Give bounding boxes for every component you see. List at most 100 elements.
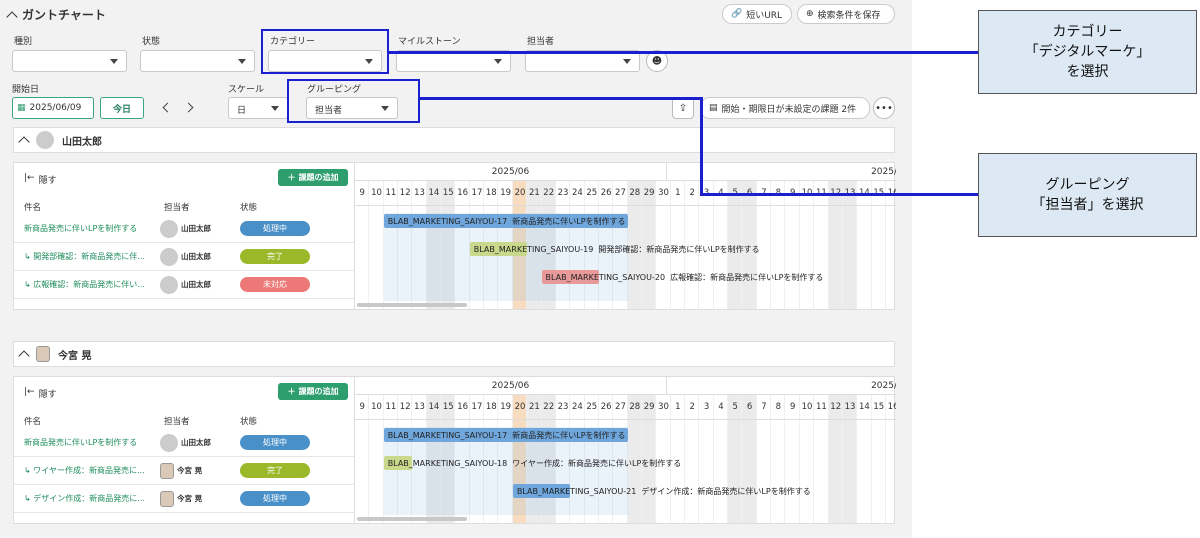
day-label: 15 [442,188,454,198]
task-link[interactable]: ↳ 広報確認：新商品発売に伴い... [24,279,158,290]
avatar [160,275,178,294]
unset-issues-button[interactable]: ▤ 開始・期限日が未設定の課題 2件 [700,97,870,119]
table-row[interactable]: ↳ 広報確認：新商品発売に伴い... 山田太郎 未対応 [14,271,354,299]
day-label: 10 [371,402,382,412]
today-button[interactable]: 今日 [100,97,144,119]
avatar [36,131,54,149]
day-label: 15 [873,402,885,412]
day-label: 15 [442,402,454,412]
day-label: 3 [703,402,710,412]
scale-select[interactable]: 日 [228,97,288,119]
calendar-icon: ▦ [17,103,26,113]
filter-plus-icon: ⊕ [806,9,814,19]
gantt-panel-imamiya: |← 隠す＋課題の追加 件名 担当者 状態 2025/06 2025/9 10 11 12 13 14… [13,376,896,524]
task-link[interactable]: 新商品発売に伴いLPを制作する [24,437,158,448]
table-row[interactable]: 新商品発売に伴いLPを制作する 山田太郎 処理中 [14,215,354,243]
assignee-cell: 山田太郎 [160,219,211,238]
avatar [36,346,50,362]
link-icon: 🔗 [731,9,743,19]
type-select[interactable] [12,50,127,72]
connector-line [420,97,701,100]
day-label: 24 [572,188,583,198]
assignee-cell: 山田太郎 [160,433,211,452]
day-label: 10 [801,402,813,412]
task-link[interactable]: ↳ 開発部確認：新商品発売に伴... [24,251,158,262]
day-label: 21 [528,402,540,412]
gantt-panel-yamada: |← 隠す＋課題の追加 件名 担当者 状態 2025/06 2025/9 10 11 12 13 14… [13,162,896,310]
next-arrow-icon[interactable] [183,102,194,113]
collapse-left-icon: |← [24,387,35,397]
day-label: 19 [500,188,512,198]
status-badge: 処理中 [240,435,310,450]
day-label: 11 [385,402,397,412]
connector-line [389,51,979,54]
more-icon[interactable]: ••• [873,97,895,119]
task-link[interactable]: ↳ デザイン作成：新商品発売に... [24,493,158,504]
col-header-status: 状態 [240,203,258,213]
prev-arrow-icon[interactable] [162,102,173,113]
status-select[interactable] [140,50,255,72]
day-label: 14 [428,188,440,198]
gantt-app: ガントチャート 🔗 短いURL ⊕ 検索条件を保存 種別 状態 カテゴリー マイルス… [0,0,912,538]
day-label: 26 [600,402,612,412]
assignee-cell: 今宮 晃 [160,490,202,507]
start-date-input[interactable]: ▦ 2025/06/09 [12,97,94,119]
avatar [160,490,174,507]
category-annotation: カテゴリー 「デジタルマーケ」 を選択 [978,10,1197,94]
horizontal-scrollbar[interactable] [357,517,467,521]
add-issue-button[interactable]: ＋課題の追加 [278,383,348,400]
hide-columns-button[interactable]: |← 隠す [24,173,57,186]
day-label: 20 [514,402,526,412]
gantt-bar-label: BLAB_MARKETING_SAIYOU-17 新商品発売に伴いLPを制作する [387,217,626,226]
day-label: 19 [500,402,512,412]
chevron-up-icon[interactable] [6,10,18,23]
day-label: 11 [815,402,827,412]
table-row[interactable]: ↳ ワイヤー作成：新商品発売に... 今宮 晃 完了 [14,457,354,485]
hide-columns-button[interactable]: |← 隠す [24,387,57,400]
day-label: 20 [514,188,526,198]
collapse-left-icon: |← [24,173,35,183]
day-label: 12 [830,402,842,412]
day-label: 27 [615,402,626,412]
day-label: 1 [675,402,681,412]
save-search-button[interactable]: ⊕ 検索条件を保存 [797,4,895,24]
day-label: 23 [557,188,569,198]
group-header-yamada[interactable]: 山田太郎 [13,127,895,153]
export-icon[interactable]: ⇪ [672,97,694,119]
assignee-cell: 山田太郎 [160,247,211,266]
table-row[interactable]: ↳ 開発部確認：新商品発売に伴... 山田太郎 完了 [14,243,354,271]
day-label: 10 [371,188,382,198]
day-label: 21 [528,188,540,198]
group-header-imamiya[interactable]: 今宮 晃 [13,341,895,367]
day-label: 13 [844,402,856,412]
short-url-button[interactable]: 🔗 短いURL [722,4,792,24]
day-label: 14 [428,402,440,412]
task-link[interactable]: 新商品発売に伴いLPを制作する [24,223,158,234]
chevron-up-icon[interactable] [18,350,30,362]
day-label: 16 [457,402,469,412]
task-link[interactable]: ↳ ワイヤー作成：新商品発売に... [24,465,158,476]
day-label: 8 [775,402,782,412]
day-label: 25 [586,402,598,412]
table-row[interactable]: ↳ デザイン作成：新商品発売に... 今宮 晃 処理中 [14,485,354,513]
grouping-annotation: グルーピング 「担当者」を選択 [978,153,1197,237]
gantt-header[interactable]: ガントチャート [6,6,106,23]
gantt-bar-label: BLAB_MARKETING_SAIYOU-19 開発部確認：新商品発売に伴いL… [473,245,760,254]
timeline: 2025/06 2025/9 10 11 12 13 14 15 16 17 18 19 20 21 22 2… [354,163,896,309]
status-badge: 処理中 [240,491,310,506]
assignee-cell: 山田太郎 [160,275,211,294]
day-label: 29 [643,188,655,198]
day-label: 9 [359,402,365,412]
chevron-up-icon[interactable] [18,136,30,148]
day-label: 9 [789,402,796,412]
gantt-bar-label: BLAB_MARKETING_SAIYOU-17 新商品発売に伴いLPを制作する [387,431,626,440]
add-issue-button[interactable]: ＋課題の追加 [278,169,348,186]
connector-line [700,193,979,196]
scale-label: スケール [228,85,265,95]
month-header: 2025/06 [355,377,667,395]
day-label: 6 [746,402,753,412]
horizontal-scrollbar[interactable] [357,303,467,307]
table-row[interactable]: 新商品発売に伴いLPを制作する 山田太郎 処理中 [14,429,354,457]
day-label: 28 [629,402,641,412]
list-icon: ▤ [709,103,718,113]
